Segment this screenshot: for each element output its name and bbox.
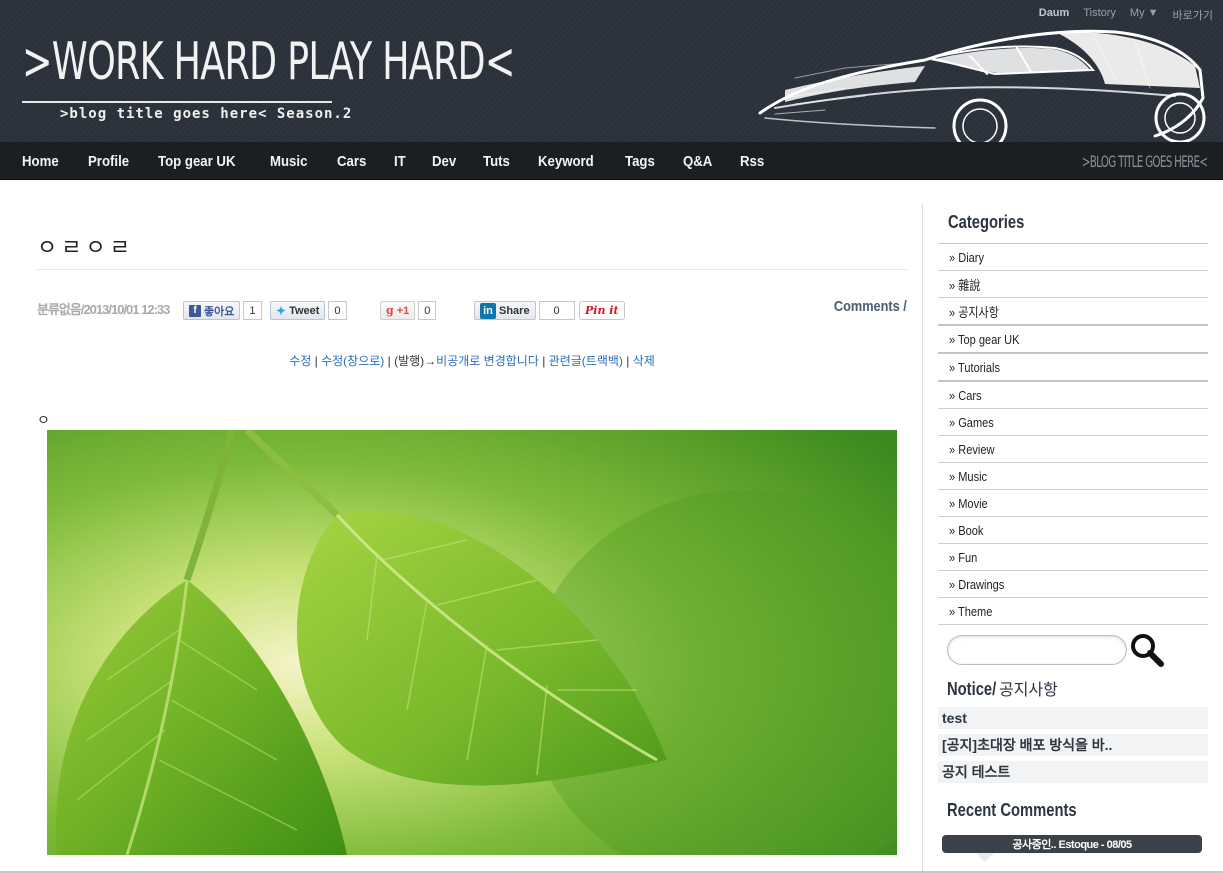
- category-item-diary[interactable]: » Diary: [938, 244, 1208, 271]
- google-plus-one-label: +1: [396, 304, 410, 317]
- notice-heading-en: Notice/: [947, 679, 997, 699]
- notice-list: test [공지]초대장 배포 방식을 바.. 공지 테스트: [938, 707, 1208, 788]
- post-meta: 분류없음/2013/10/01 12:33: [37, 302, 170, 317]
- facebook-like-count: 1: [243, 301, 262, 320]
- category-label: » Review: [949, 441, 995, 457]
- post-title[interactable]: ㅇㄹㅇㄹ: [37, 230, 134, 262]
- tweet-count: 0: [328, 301, 347, 320]
- category-label: » Drawings: [949, 576, 1005, 592]
- post-admin-links: 수정 | 수정(창으로) | (발행)→비공개로 변경합니다 | 관련글(트랙백…: [289, 354, 655, 368]
- facebook-like-button[interactable]: f 좋아요: [183, 301, 241, 320]
- linkedin-share-label: Share: [499, 304, 530, 317]
- category-label: » 雜說: [949, 277, 981, 293]
- category-label: » Diary: [949, 249, 985, 265]
- notice-item[interactable]: test: [938, 707, 1208, 729]
- category-label: » Tutorials: [949, 359, 1000, 375]
- linkedin-share-button[interactable]: in Share: [474, 301, 536, 320]
- category-item-cars[interactable]: » Cars: [938, 382, 1208, 409]
- category-item-misc[interactable]: » 雜說: [938, 271, 1208, 298]
- linkedin-share-count: 0: [538, 301, 575, 320]
- nav-item-dev[interactable]: Dev: [432, 153, 456, 170]
- edit-link[interactable]: 수정: [289, 354, 311, 368]
- notice-item[interactable]: [공지]초대장 배포 방식을 바..: [938, 734, 1208, 756]
- category-item-tutorials[interactable]: » Tutorials: [938, 354, 1208, 382]
- google-plus-count: 0: [418, 301, 437, 320]
- nav-item-tuts[interactable]: Tuts: [483, 153, 510, 170]
- category-item-drawings[interactable]: » Drawings: [938, 571, 1208, 598]
- category-label: » Games: [949, 414, 994, 430]
- category-label: » Theme: [949, 603, 993, 619]
- search-icon[interactable]: [1130, 633, 1164, 667]
- pinterest-pin-button[interactable]: Pin it: [579, 301, 625, 320]
- nav-item-tags[interactable]: Tags: [625, 153, 655, 170]
- sidebar-search: [947, 634, 1164, 667]
- category-item-notice[interactable]: » 공지사항: [938, 298, 1208, 326]
- related-trackback-link[interactable]: 관련글(트랙백): [549, 354, 623, 368]
- notice-heading-ko: 공지사항: [999, 682, 1058, 699]
- blog-logo-title[interactable]: >WORK HARD PLAY HARD<: [22, 26, 515, 98]
- category-item-music[interactable]: » Music: [938, 463, 1208, 490]
- nav-item-rss[interactable]: Rss: [740, 153, 764, 170]
- category-item-theme[interactable]: » Theme: [938, 598, 1208, 625]
- green-leaves-image: [47, 430, 897, 855]
- search-input[interactable]: [947, 635, 1127, 665]
- category-label: » Movie: [949, 495, 988, 511]
- edit-in-window-link[interactable]: 수정(창으로): [321, 354, 384, 368]
- comments-link[interactable]: Comments /: [834, 298, 907, 315]
- tweet-widget: ✦ Tweet 0: [270, 301, 347, 320]
- nav-item-keyword[interactable]: Keyword: [538, 153, 594, 170]
- tweet-label: Tweet: [289, 304, 320, 317]
- twitter-bird-icon: ✦: [276, 303, 287, 318]
- google-plus-one-button[interactable]: g +1: [380, 301, 416, 320]
- nav-item-cars[interactable]: Cars: [337, 153, 366, 170]
- category-label: » Book: [949, 522, 984, 538]
- notice-heading: Notice/공지사항: [947, 676, 1058, 700]
- category-list: » Diary » 雜說 » 공지사항 » Top gear UK » Tuto…: [938, 243, 1208, 625]
- make-private-link[interactable]: 비공개로 변경합니다: [436, 354, 539, 368]
- pinterest-widget: Pin it: [579, 301, 625, 320]
- nav-item-top-gear-uk[interactable]: Top gear UK: [158, 153, 235, 170]
- nav-blog-title: >BLOG TITLE GOES HERE<: [1081, 152, 1207, 171]
- category-item-top-gear-uk[interactable]: » Top gear UK: [938, 326, 1208, 354]
- recent-comments-heading: Recent Comments: [947, 800, 1077, 820]
- category-label: » Music: [949, 468, 988, 484]
- google-plus-widget: g +1 0: [380, 301, 437, 320]
- facebook-like-widget: f 좋아요 1: [183, 301, 262, 320]
- linkedin-share-widget: in Share 0: [474, 301, 575, 320]
- delete-link[interactable]: 삭제: [633, 354, 655, 368]
- nav-item-it[interactable]: IT: [394, 153, 406, 170]
- categories-heading: Categories: [948, 212, 1025, 232]
- logo-divider: [22, 101, 332, 103]
- nav-item-home[interactable]: Home: [22, 153, 59, 170]
- recent-comment-pointer: [976, 853, 994, 862]
- recent-comment-item[interactable]: 공사중인.. Estoque - 08/05: [942, 835, 1202, 853]
- sidebar-divider: [922, 204, 923, 873]
- category-item-book[interactable]: » Book: [938, 517, 1208, 544]
- category-label: » Top gear UK: [949, 331, 1020, 347]
- google-g-icon: g: [386, 304, 394, 317]
- main-navigation: Home Profile Top gear UK Music Cars IT D…: [0, 142, 1223, 180]
- post-content-text: ㅇ: [37, 412, 50, 428]
- blog-header: >WORK HARD PLAY HARD< >blog title goes h…: [0, 0, 1223, 142]
- nav-item-profile[interactable]: Profile: [88, 153, 129, 170]
- car-sketch-illustration: [758, 29, 1206, 142]
- tweet-button[interactable]: ✦ Tweet: [270, 301, 326, 320]
- nav-item-music[interactable]: Music: [270, 153, 307, 170]
- nav-items: Home Profile Top gear UK Music Cars IT D…: [22, 142, 792, 180]
- title-divider: [37, 269, 907, 270]
- category-item-movie[interactable]: » Movie: [938, 490, 1208, 517]
- category-label: » 공지사항: [949, 304, 999, 320]
- facebook-like-label: 좋아요: [204, 305, 235, 318]
- linkedin-icon: in: [480, 302, 496, 319]
- category-item-fun[interactable]: » Fun: [938, 544, 1208, 571]
- nav-item-qna[interactable]: Q&A: [683, 153, 712, 170]
- category-label: » Cars: [949, 387, 982, 403]
- category-label: » Fun: [949, 549, 978, 565]
- category-item-games[interactable]: » Games: [938, 409, 1208, 436]
- facebook-icon: f: [189, 304, 201, 317]
- blog-subtitle: >blog title goes here< Season.2: [60, 106, 353, 122]
- notice-item[interactable]: 공지 테스트: [938, 761, 1208, 783]
- category-item-review[interactable]: » Review: [938, 436, 1208, 463]
- published-status: (발행): [394, 354, 425, 368]
